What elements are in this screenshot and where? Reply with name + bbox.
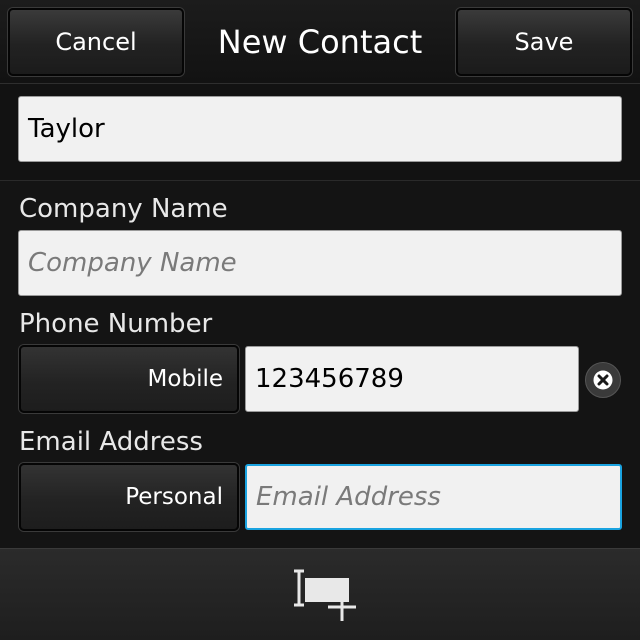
email-type-button[interactable]: Personal: [19, 463, 239, 531]
cancel-button[interactable]: Cancel: [8, 8, 184, 76]
phone-input[interactable]: 123456789: [245, 346, 579, 412]
close-icon: [593, 370, 613, 390]
name-input[interactable]: Taylor: [18, 96, 622, 162]
bottom-action-bar: [0, 548, 640, 640]
add-field-button[interactable]: [285, 567, 361, 629]
email-input[interactable]: Email Address: [245, 464, 622, 530]
name-section: Taylor: [0, 84, 640, 181]
phone-label: Phone Number: [19, 309, 213, 339]
title-bar: Cancel New Contact Save: [0, 0, 640, 84]
email-label: Email Address: [19, 427, 203, 457]
contact-form: Taylor Company Name Company Name Phone N…: [0, 84, 640, 548]
save-button[interactable]: Save: [456, 8, 632, 76]
company-label: Company Name: [19, 194, 228, 224]
phone-type-button[interactable]: Mobile: [19, 345, 239, 413]
company-input[interactable]: Company Name: [18, 230, 622, 296]
add-field-icon: [294, 569, 356, 621]
page-title: New Contact: [217, 23, 423, 61]
clear-phone-button[interactable]: [585, 362, 621, 398]
